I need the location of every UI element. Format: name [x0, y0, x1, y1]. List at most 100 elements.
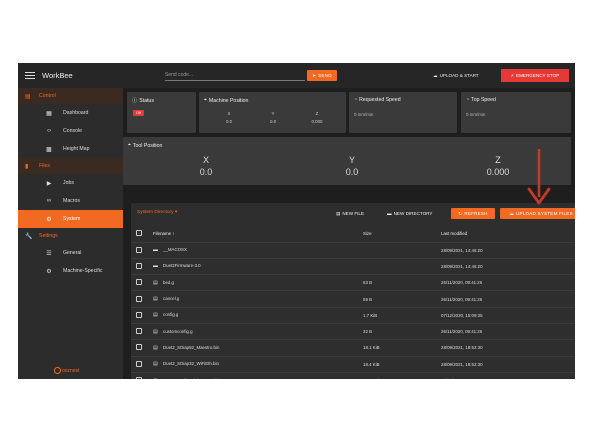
sidebar-item-console[interactable]: ‹› Console: [18, 122, 123, 140]
filename-text: customconfig.g: [163, 328, 193, 334]
filename-cell[interactable]: ▤ Duet2_SDiap32_WiFiEth.bin: [153, 356, 363, 373]
tool-axis-x-value: 0.0: [199, 167, 213, 177]
upload-system-files-button[interactable]: ☁ UPLOAD SYSTEM FILES: [500, 208, 575, 219]
file-icon: ▤: [153, 361, 158, 368]
size-cell: 498.5 KiB: [363, 372, 441, 379]
machine-axis-y-value: 0.0: [269, 119, 277, 124]
filename-text: Duet2Firmware-3.0: [163, 263, 201, 269]
filename-header-label: Filename: [153, 231, 172, 237]
send-button[interactable]: ➤ SEND: [307, 70, 337, 81]
tool-axis-z-label: Z: [495, 155, 501, 165]
hamburger-menu-icon[interactable]: [25, 72, 35, 79]
sidebar-section-control[interactable]: ▤ Control: [18, 88, 123, 104]
tool-position-title: ⌖ Tool Position: [128, 142, 162, 149]
table-row[interactable]: ▤ config.g 1.7 KiB 07/12/2020, 15:09:35: [131, 307, 575, 324]
row-select-cell: [131, 290, 153, 308]
table-row[interactable]: ▬ __MACOSX 28/09/2021, 14:46:20: [131, 242, 575, 259]
table-row[interactable]: ▤ cancel.g 59 B 26/11/2020, 09:41:26: [131, 290, 575, 308]
new-file-button[interactable]: ▤ NEW FILE: [336, 208, 364, 219]
sidebar-item-general[interactable]: ☰ General: [18, 244, 123, 262]
row-checkbox[interactable]: [136, 295, 142, 302]
sidebar-item-system[interactable]: ⚙ System: [18, 210, 123, 228]
upload-and-start-button[interactable]: ☁ UPLOAD & START: [433, 70, 479, 81]
filename-cell[interactable]: ▬ Duet2Firmware-3.0: [153, 258, 363, 276]
filename-text: bed.g: [163, 279, 174, 285]
system-directory-breadcrumb[interactable]: System Directory ▾: [137, 210, 177, 215]
table-row[interactable]: ▤ customconfig.g 32 B 26/11/2020, 09:41:26: [131, 323, 575, 341]
workbee-app: WorkBee ➤ SEND ☁ UPLOAD & START ⚡ EMERGE…: [18, 63, 575, 379]
table-row[interactable]: ▤ Duet2_SDiap92_Maestro.bin 18.1 KiB 28/09/…: [131, 339, 575, 357]
row-checkbox[interactable]: [136, 311, 142, 318]
table-row[interactable]: ▤ Duet2CombinedFirmware.bin 498.5 KiB28/09…: [131, 372, 575, 379]
row-checkbox[interactable]: [136, 279, 142, 286]
filename-cell[interactable]: ▤ Duet2CombinedFirmware.bin: [153, 372, 363, 379]
row-checkbox[interactable]: [136, 328, 142, 335]
filename-cell[interactable]: ▤ config.g: [153, 307, 363, 324]
filename-text: cancel.g: [163, 296, 180, 302]
top-speed-value: 0 mm/min: [466, 112, 486, 117]
send-label: SEND: [318, 73, 332, 78]
filename-cell[interactable]: ▤ bed.g: [153, 274, 363, 292]
machine-axis-z-value: 0.000: [311, 119, 323, 124]
sidebar-item-macros[interactable]: ∞ Macros: [18, 192, 123, 210]
row-checkbox[interactable]: [136, 360, 142, 367]
cloud-upload-icon: ☁: [433, 72, 438, 78]
size-column-header[interactable]: Size: [363, 226, 441, 243]
new-directory-button[interactable]: ▬ NEW DIRECTORY: [387, 208, 432, 219]
emergency-stop-button[interactable]: ⚡ EMERGENCY STOP: [501, 69, 569, 82]
row-checkbox[interactable]: [136, 246, 142, 253]
select-all-checkbox[interactable]: [136, 230, 142, 237]
filename-cell[interactable]: ▤ customconfig.g: [153, 323, 363, 341]
filename-cell[interactable]: ▬ __MACOSX: [153, 242, 363, 259]
sidebar-section-files[interactable]: ▮ Files: [18, 158, 123, 174]
last-modified-column-header[interactable]: Last modified: [441, 226, 575, 243]
file-icon: ▤: [153, 378, 159, 379]
filename-cell[interactable]: ▤ cancel.g: [153, 290, 363, 308]
folder-icon: ▬: [153, 247, 158, 254]
upload-system-files-label: UPLOAD SYSTEM FILES: [515, 211, 573, 216]
speed-icon: ◔: [354, 97, 358, 103]
requested-speed-title-text: Requested Speed: [359, 97, 401, 103]
code-icon: ‹›: [47, 128, 51, 134]
row-select-cell: [131, 372, 153, 379]
refresh-button[interactable]: ↻ REFRESH: [451, 208, 495, 219]
requested-speed-title: ◔ Requested Speed: [354, 97, 401, 103]
sidebar-item-height-map[interactable]: ▩ Height Map: [18, 140, 123, 158]
table-row[interactable]: ▤ bed.g 63 B 26/11/2020, 09:41:26: [131, 274, 575, 292]
tool-position-card: ⌖ Tool Position X 0.0 Y 0.0 Z 0.000: [123, 137, 571, 185]
sidebar-section-settings[interactable]: 🔧 Settings: [18, 228, 123, 244]
sidebar-item-machine-specific[interactable]: ⚙ Machine-Specific: [18, 262, 123, 280]
crosshair-icon: ⌖: [128, 142, 131, 148]
row-checkbox[interactable]: [136, 377, 142, 379]
file-icon: ▤: [153, 344, 158, 351]
sidebar-item-dashboard[interactable]: ▦ Dashboard: [18, 104, 123, 122]
sidebar-item-label: Dashboard: [63, 110, 89, 116]
last-modified-cell: 26/11/2020, 09:41:26: [441, 290, 575, 308]
row-checkbox[interactable]: [136, 344, 142, 351]
size-cell: [363, 242, 441, 259]
row-select-cell: [131, 307, 153, 324]
info-icon: ⓘ: [132, 98, 138, 104]
filename-cell[interactable]: ▤ Duet2_SDiap92_Maestro.bin: [153, 339, 363, 357]
upload-start-label: UPLOAD & START: [439, 73, 479, 78]
row-select-cell: [131, 356, 153, 373]
files-table: Filename ↑ Size Last modified ▬ __MACOSX 2…: [131, 226, 575, 379]
size-cell: 63 B: [363, 274, 441, 292]
table-row[interactable]: ▬ Duet2Firmware-3.0 28/09/2021, 14:46:20: [131, 258, 575, 276]
sidebar-section-label: Files: [39, 163, 50, 169]
system-directory-label: System Directory: [137, 210, 174, 215]
sidebar-item-jobs[interactable]: ▶ Jobs: [18, 174, 123, 192]
tool-position-title-text: Tool Position: [132, 142, 163, 149]
machine-axis-z-label: Z: [315, 111, 319, 116]
table-row[interactable]: ▤ Duet2_SDiap32_WiFiEth.bin 18.4 KiB 28/09/…: [131, 356, 575, 373]
row-checkbox[interactable]: [136, 262, 142, 269]
send-code-input[interactable]: [165, 70, 305, 81]
sidebar-item-label: General: [63, 250, 82, 256]
tool-axis-y-label: Y: [348, 155, 355, 165]
tool-axis-y-value: 0.0: [345, 167, 359, 177]
tune-icon: ▤: [25, 93, 31, 100]
ooznest-logo: ooznest: [54, 367, 80, 374]
sidebar-section-label: Control: [39, 93, 56, 99]
filename-column-header[interactable]: Filename ↑: [153, 226, 363, 243]
status-title: ⓘ Status: [132, 97, 154, 105]
